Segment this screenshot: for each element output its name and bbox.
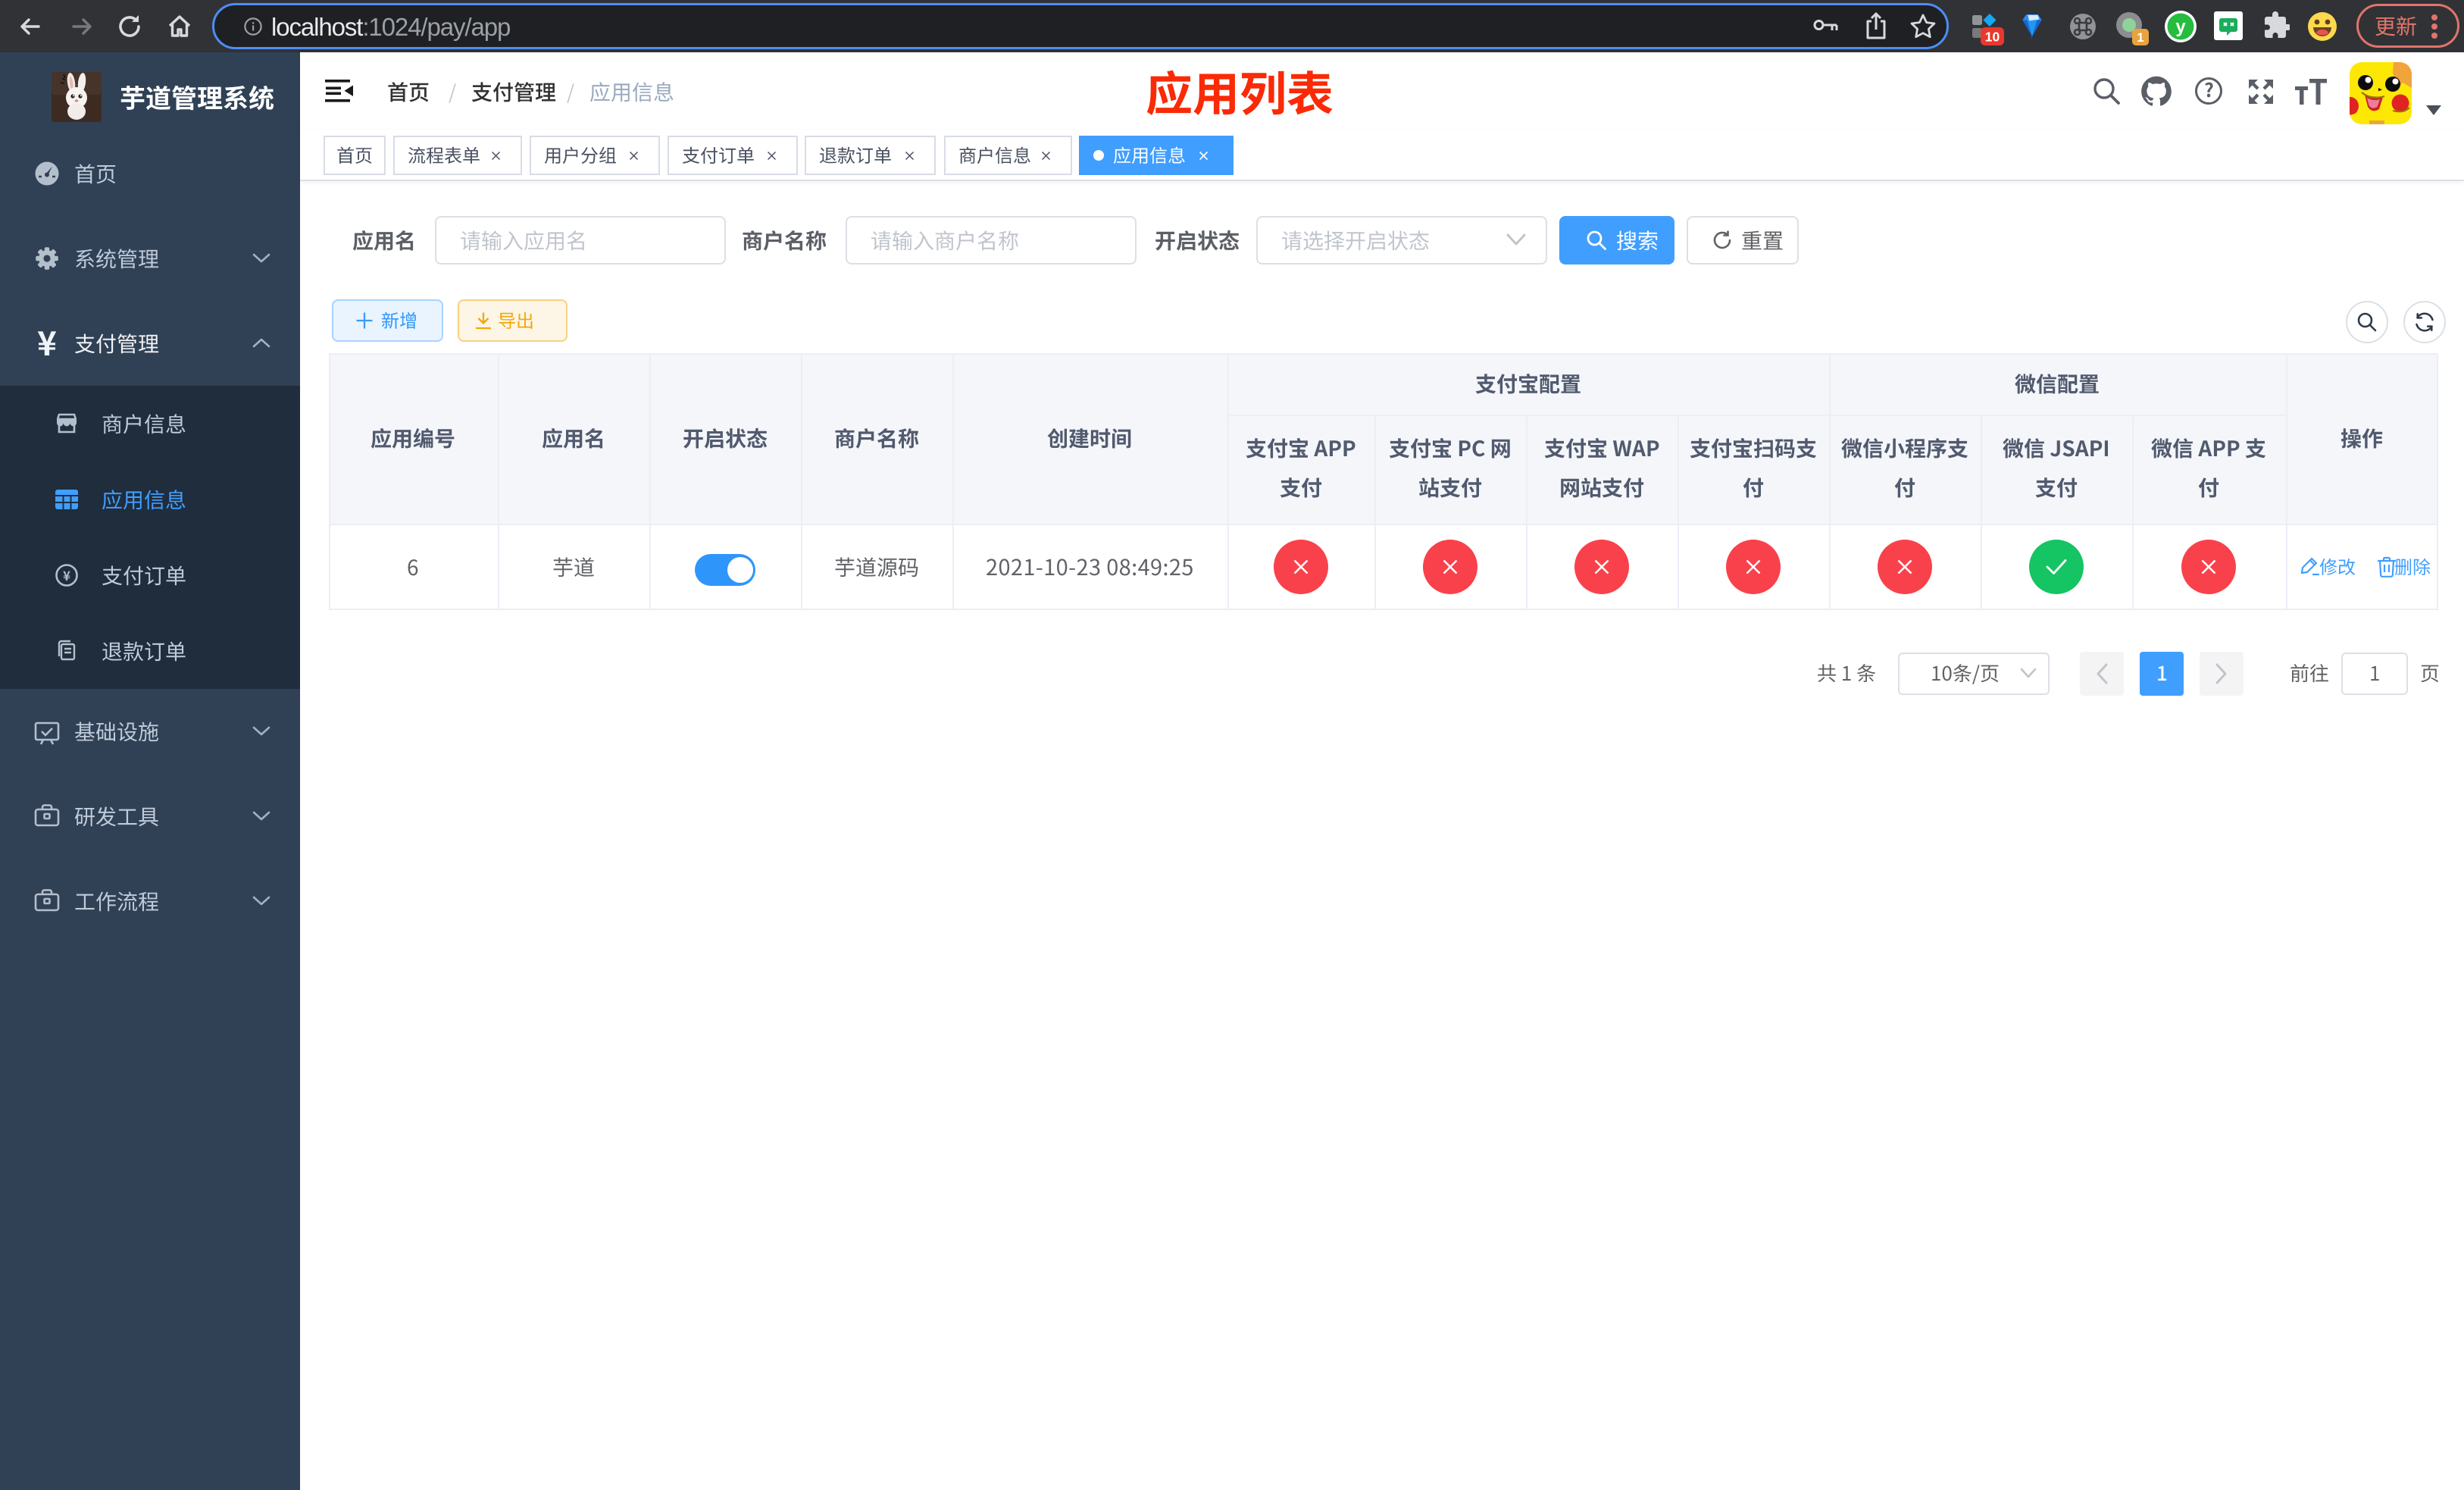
svg-text:y: y xyxy=(2175,17,2186,37)
svg-text:1: 1 xyxy=(2137,30,2143,45)
svg-text:10: 10 xyxy=(1985,30,2000,45)
